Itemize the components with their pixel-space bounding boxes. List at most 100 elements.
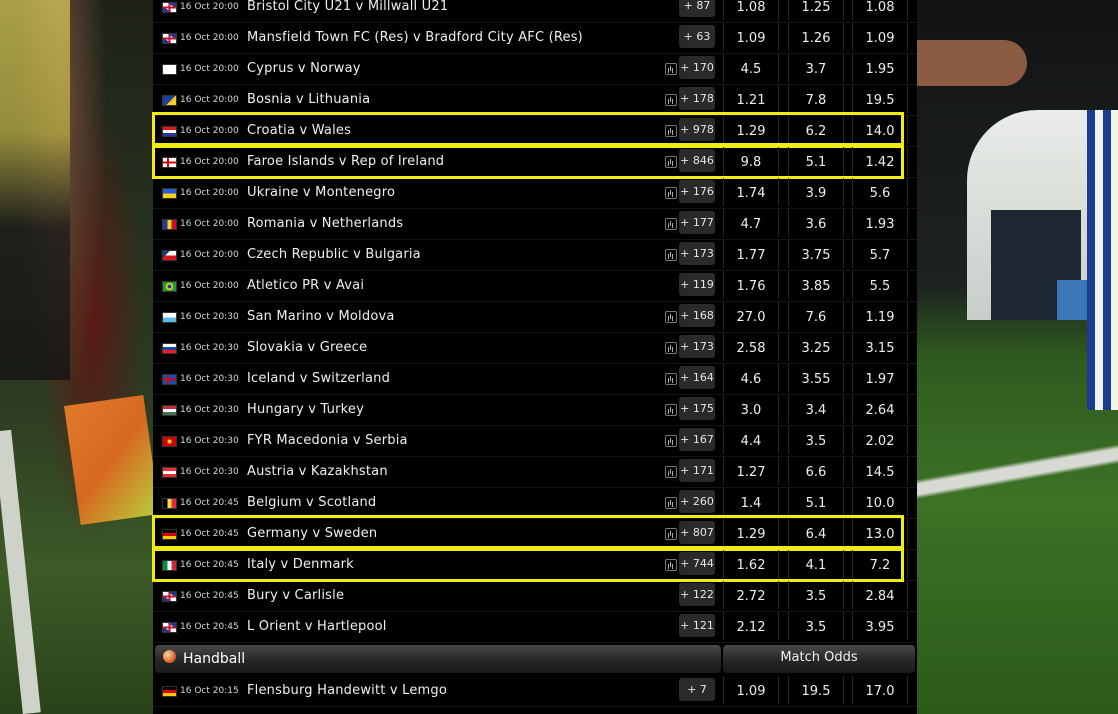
odds-button[interactable]: 1.77 bbox=[723, 240, 779, 268]
odds-button[interactable]: 3.75 bbox=[788, 240, 844, 268]
more-markets-button[interactable]: + 177 bbox=[679, 211, 715, 234]
odds-button[interactable]: 4.5 bbox=[723, 54, 779, 82]
event-row[interactable]: 16 Oct 20:30 FYR Macedonia v Serbia + 167 4… bbox=[153, 426, 917, 457]
odds-button[interactable]: 1.09 bbox=[723, 676, 779, 704]
event-name-link[interactable]: Hungary v Turkey bbox=[247, 402, 364, 417]
event-row[interactable]: 16 Oct 20:30 Slovakia v Greece + 173 2.58 3.… bbox=[153, 333, 917, 364]
odds-button[interactable]: 4.7 bbox=[723, 209, 779, 237]
event-name-link[interactable]: Flensburg Handewitt v Lemgo bbox=[247, 683, 447, 698]
odds-button[interactable]: 2.84 bbox=[852, 581, 908, 609]
odds-button[interactable]: 17.0 bbox=[852, 676, 908, 704]
event-row[interactable]: 16 Oct 20:15 Flensburg Handewitt v Lemgo +… bbox=[153, 676, 917, 707]
stats-chart-icon[interactable] bbox=[665, 342, 677, 354]
event-name-link[interactable]: Iceland v Switzerland bbox=[247, 371, 390, 386]
odds-button[interactable]: 5.7 bbox=[852, 240, 908, 268]
stats-chart-icon[interactable] bbox=[665, 404, 677, 416]
event-name-link[interactable]: Austria v Kazakhstan bbox=[247, 464, 388, 479]
more-markets-button[interactable]: + 176 bbox=[679, 180, 715, 203]
event-name-link[interactable]: Bury v Carlisle bbox=[247, 588, 344, 603]
odds-button[interactable]: 3.15 bbox=[852, 333, 908, 361]
odds-button[interactable]: 2.58 bbox=[723, 333, 779, 361]
event-row[interactable]: 16 Oct 20:00 Mansfield Town FC (Res) v Br… bbox=[153, 23, 917, 54]
odds-button[interactable]: 3.7 bbox=[788, 54, 844, 82]
more-markets-button[interactable]: + 121 bbox=[679, 614, 715, 637]
event-row[interactable]: 16 Oct 20:30 Austria v Kazakhstan + 171 1.2… bbox=[153, 457, 917, 488]
odds-button[interactable]: 2.02 bbox=[852, 426, 908, 454]
odds-button[interactable]: 1.95 bbox=[852, 54, 908, 82]
odds-button[interactable]: 3.55 bbox=[788, 364, 844, 392]
event-name-link[interactable]: Ukraine v Montenegro bbox=[247, 185, 395, 200]
event-row[interactable]: 16 Oct 20:00 Atletico PR v Avai + 119 1.76 3… bbox=[153, 271, 917, 302]
odds-button[interactable]: 3.9 bbox=[788, 178, 844, 206]
more-markets-button[interactable]: + 178 bbox=[679, 87, 715, 110]
odds-button[interactable]: 1.25 bbox=[788, 0, 844, 20]
odds-button[interactable]: 2.12 bbox=[723, 612, 779, 640]
event-row[interactable]: 16 Oct 20:45 Bury v Carlisle + 122 2.72 3.5 2… bbox=[153, 581, 917, 612]
odds-button[interactable]: 1.09 bbox=[723, 23, 779, 51]
odds-button[interactable]: 1.08 bbox=[852, 0, 908, 20]
stats-chart-icon[interactable] bbox=[665, 373, 677, 385]
odds-button[interactable]: 7.8 bbox=[788, 85, 844, 113]
more-markets-button[interactable]: + 168 bbox=[679, 304, 715, 327]
more-markets-button[interactable]: + 170 bbox=[679, 56, 715, 79]
odds-button[interactable]: 3.0 bbox=[723, 395, 779, 423]
stats-chart-icon[interactable] bbox=[665, 311, 677, 323]
event-row[interactable]: 16 Oct 20:00 Ukraine v Montenegro + 176 1.7… bbox=[153, 178, 917, 209]
stats-chart-icon[interactable] bbox=[665, 218, 677, 230]
odds-button[interactable]: 1.19 bbox=[852, 302, 908, 330]
event-name-link[interactable]: Czech Republic v Bulgaria bbox=[247, 247, 421, 262]
event-name-link[interactable]: San Marino v Moldova bbox=[247, 309, 395, 324]
odds-button[interactable]: 7.6 bbox=[788, 302, 844, 330]
odds-button[interactable]: 2.64 bbox=[852, 395, 908, 423]
event-name-link[interactable]: Atletico PR v Avai bbox=[247, 278, 364, 293]
event-row[interactable]: 16 Oct 20:30 Hungary v Turkey + 175 3.0 3.4 2… bbox=[153, 395, 917, 426]
odds-button[interactable]: 19.5 bbox=[852, 85, 908, 113]
odds-button[interactable]: 19.5 bbox=[788, 676, 844, 704]
odds-button[interactable]: 3.5 bbox=[788, 426, 844, 454]
event-name-link[interactable]: Bristol City U21 v Millwall U21 bbox=[247, 0, 448, 14]
more-markets-button[interactable]: + 87 bbox=[679, 0, 715, 17]
odds-button[interactable]: 4.4 bbox=[723, 426, 779, 454]
odds-button[interactable]: 1.08 bbox=[723, 0, 779, 20]
odds-button[interactable]: 14.5 bbox=[852, 457, 908, 485]
odds-button[interactable]: 3.5 bbox=[788, 612, 844, 640]
odds-button[interactable]: 5.1 bbox=[788, 488, 844, 516]
event-name-link[interactable]: Mansfield Town FC (Res) v Bradford City … bbox=[247, 30, 583, 45]
more-markets-button[interactable]: + 63 bbox=[679, 25, 715, 48]
more-markets-button[interactable]: + 7 bbox=[679, 678, 715, 701]
stats-chart-icon[interactable] bbox=[665, 187, 677, 199]
more-markets-button[interactable]: + 164 bbox=[679, 366, 715, 389]
event-name-link[interactable]: Bosnia v Lithuania bbox=[247, 92, 370, 107]
event-row[interactable]: 16 Oct 20:00 Czech Republic v Bulgaria + 1… bbox=[153, 240, 917, 271]
market-header[interactable]: Match Odds bbox=[723, 645, 915, 673]
sport-section-header-handball[interactable]: Handball bbox=[155, 645, 721, 673]
odds-button[interactable]: 6.6 bbox=[788, 457, 844, 485]
more-markets-button[interactable]: + 167 bbox=[679, 428, 715, 451]
more-markets-button[interactable]: + 119 bbox=[679, 273, 715, 296]
stats-chart-icon[interactable] bbox=[665, 435, 677, 447]
event-name-link[interactable]: Belgium v Scotland bbox=[247, 495, 376, 510]
more-markets-button[interactable]: + 173 bbox=[679, 335, 715, 358]
odds-button[interactable]: 3.95 bbox=[852, 612, 908, 640]
event-name-link[interactable]: FYR Macedonia v Serbia bbox=[247, 433, 408, 448]
odds-button[interactable]: 1.09 bbox=[852, 23, 908, 51]
event-row[interactable]: 16 Oct 20:30 San Marino v Moldova + 168 27.… bbox=[153, 302, 917, 333]
odds-button[interactable]: 5.5 bbox=[852, 271, 908, 299]
more-markets-button[interactable]: + 122 bbox=[679, 583, 715, 606]
odds-button[interactable]: 1.76 bbox=[723, 271, 779, 299]
odds-button[interactable]: 27.0 bbox=[723, 302, 779, 330]
event-name-link[interactable]: Cyprus v Norway bbox=[247, 61, 361, 76]
odds-button[interactable]: 1.26 bbox=[788, 23, 844, 51]
stats-chart-icon[interactable] bbox=[665, 94, 677, 106]
odds-button[interactable]: 4.6 bbox=[723, 364, 779, 392]
more-markets-button[interactable]: + 173 bbox=[679, 242, 715, 265]
stats-chart-icon[interactable] bbox=[665, 497, 677, 509]
odds-button[interactable]: 2.72 bbox=[723, 581, 779, 609]
odds-button[interactable]: 1.4 bbox=[723, 488, 779, 516]
more-markets-button[interactable]: + 260 bbox=[679, 490, 715, 513]
event-row[interactable]: 16 Oct 20:00 Romania v Netherlands + 177 4.… bbox=[153, 209, 917, 240]
more-markets-button[interactable]: + 175 bbox=[679, 397, 715, 420]
event-row[interactable]: 16 Oct 20:00 Cyprus v Norway + 170 4.5 3.7 1.… bbox=[153, 54, 917, 85]
odds-button[interactable]: 3.6 bbox=[788, 209, 844, 237]
stats-chart-icon[interactable] bbox=[665, 63, 677, 75]
